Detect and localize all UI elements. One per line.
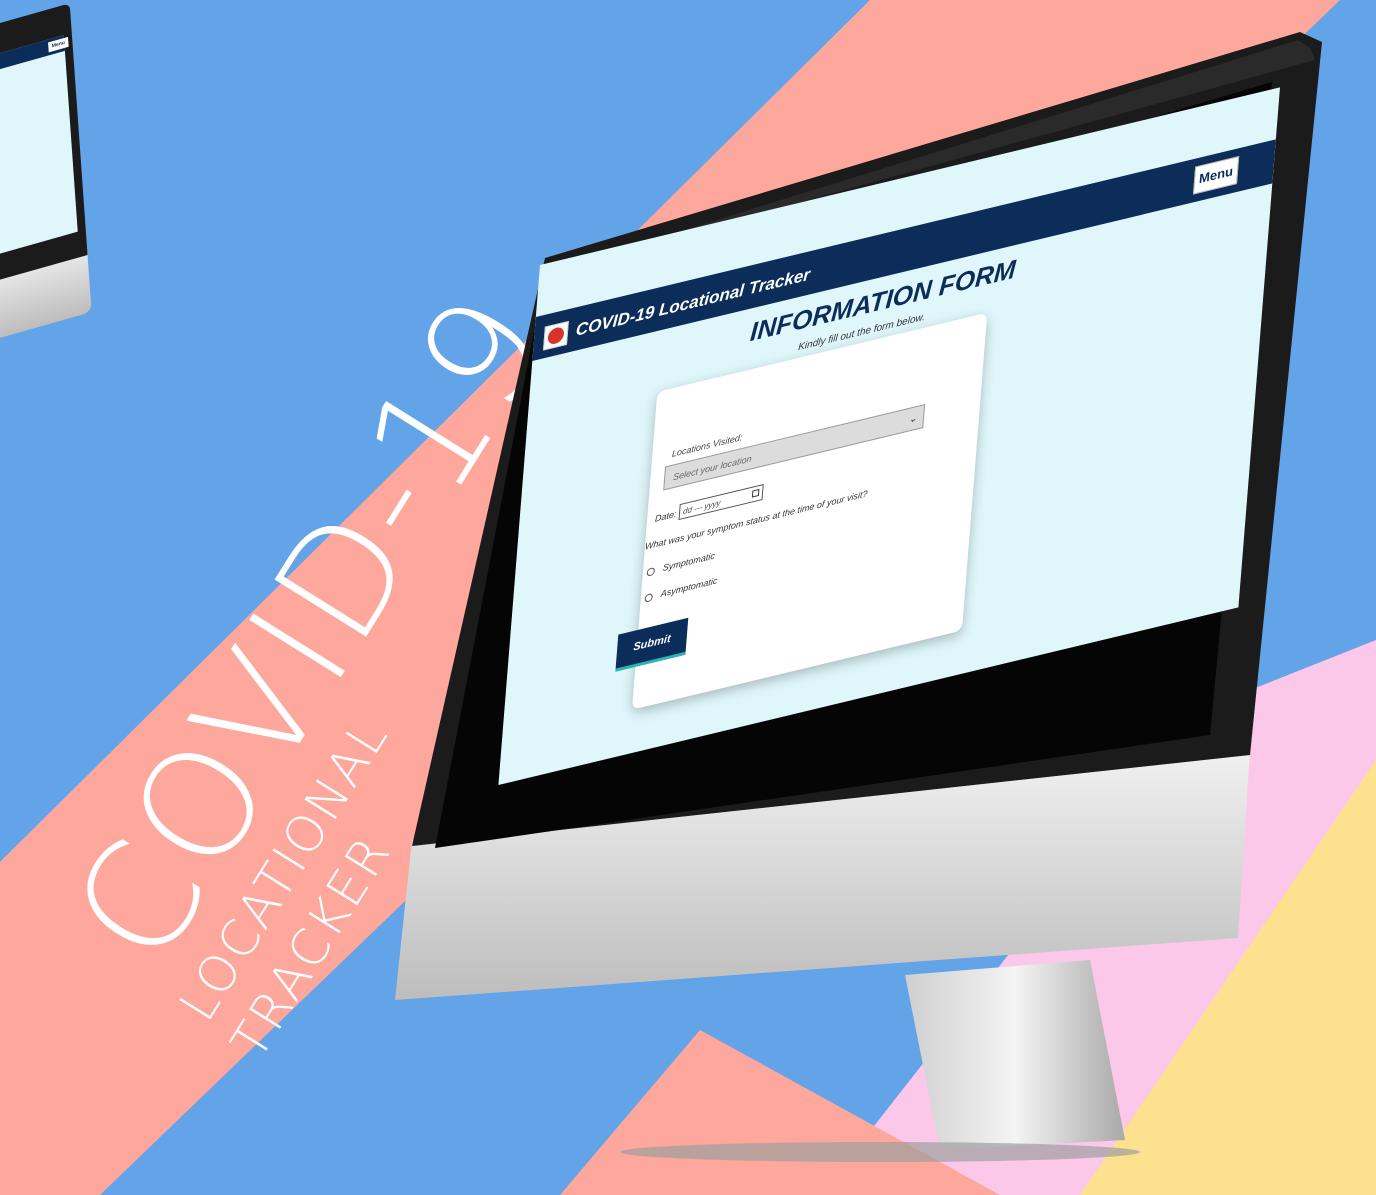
monitor-base-shadow — [620, 1142, 1140, 1162]
chevron-down-icon: ⌄ — [908, 412, 918, 426]
date-label: Date: — [654, 508, 677, 524]
radio-button-icon[interactable] — [646, 566, 656, 577]
radio-asymptomatic[interactable]: Asymptomatic — [644, 575, 718, 603]
radio-symptomatic[interactable]: Symptomatic — [646, 551, 715, 577]
radio-label: Symptomatic — [662, 550, 716, 573]
submit-button[interactable]: Submit — [615, 617, 689, 672]
radio-label: Asymptomatic — [660, 575, 718, 599]
locations-placeholder: Select your location — [672, 453, 753, 483]
monitor-stand — [905, 960, 1125, 1150]
calendar-icon[interactable] — [751, 488, 760, 498]
date-input[interactable]: dd --- yyyy — [678, 483, 764, 521]
date-placeholder: dd --- yyyy — [682, 498, 721, 517]
radio-button-icon[interactable] — [644, 592, 654, 603]
form-card: Locations Visited: Select your location … — [615, 312, 988, 710]
